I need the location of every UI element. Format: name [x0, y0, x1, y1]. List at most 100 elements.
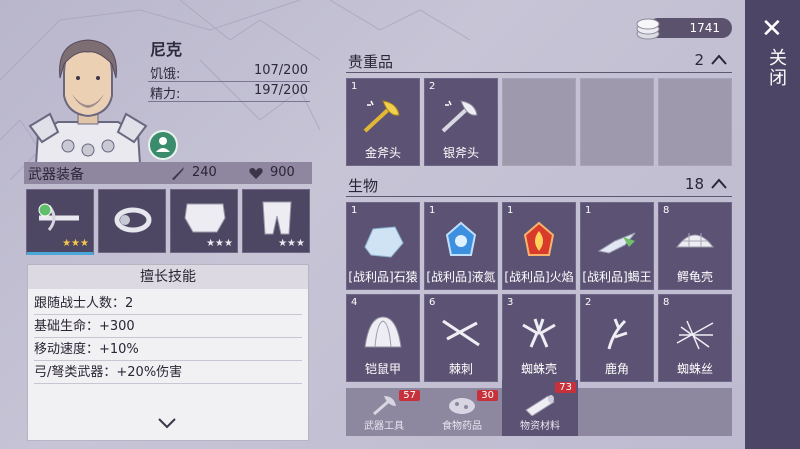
- leg-armor-icon: [262, 201, 292, 235]
- valuables-header[interactable]: 贵重品 2: [346, 50, 732, 73]
- energy-stat: 精力: 197/200: [148, 82, 310, 102]
- character-portrait: [28, 39, 148, 164]
- hunger-value: 107/200: [253, 63, 308, 78]
- item-name: 蜘蛛壳: [520, 362, 557, 376]
- item-name: 鳄龟壳: [676, 270, 713, 284]
- fire-gem-icon: [523, 221, 555, 256]
- person-icon: [156, 137, 170, 152]
- item-flame[interactable]: 1 [战利品]火焰: [502, 202, 576, 290]
- item-name: 鹿角: [604, 362, 629, 376]
- item-count: 1: [585, 205, 592, 216]
- item-scorpion-king[interactable]: 1 [战利品]蝎王: [580, 202, 654, 290]
- chevron-down-icon[interactable]: [156, 415, 178, 431]
- item-count: 2: [429, 81, 436, 92]
- gold-axe-icon: [363, 100, 400, 133]
- item-spider-shell[interactable]: 3 蜘蛛壳: [502, 294, 576, 382]
- skill-row: 跟随战士人数：2: [34, 293, 302, 315]
- equip-slot-ring[interactable]: [98, 189, 166, 253]
- item-count: 6: [429, 297, 436, 308]
- slot-stars: ★★★: [206, 238, 233, 249]
- currency-value: 1741: [689, 21, 720, 35]
- blue-gem-icon: [445, 221, 477, 256]
- item-name: 蜘蛛丝: [676, 362, 713, 376]
- item-antler[interactable]: 2 鹿角: [580, 294, 654, 382]
- equip-slot-chest[interactable]: ★★★: [170, 189, 238, 253]
- item-name: 金斧头: [364, 146, 401, 160]
- skills-title: 擅长技能: [28, 265, 308, 289]
- item-turtle-shell[interactable]: 8 鳄龟壳: [658, 202, 732, 290]
- item-count: 1: [351, 81, 358, 92]
- item-name: [战利品]蝎王: [582, 270, 652, 284]
- food-icon: [449, 398, 475, 414]
- attack-value: 240: [192, 165, 217, 180]
- axe-tool-icon: [373, 396, 396, 416]
- close-panel[interactable]: ✕ 关闭: [745, 0, 800, 449]
- skill-badge-icon[interactable]: [148, 130, 178, 160]
- item-spider-silk[interactable]: 8 蜘蛛丝: [658, 294, 732, 382]
- chevron-up-icon[interactable]: [710, 177, 728, 191]
- thorn-icon: [442, 319, 480, 347]
- item-thorn[interactable]: 6 棘刺: [424, 294, 498, 382]
- spider-shell-icon: [522, 318, 556, 348]
- item-count: 1: [429, 205, 436, 216]
- coin-stack-icon: [636, 18, 660, 40]
- skill-row: 基础生命：+300: [34, 316, 302, 338]
- creatures-title: 生物: [348, 177, 379, 195]
- scorpion-icon: [597, 232, 636, 254]
- item-count: 8: [663, 297, 670, 308]
- item-gold-axe[interactable]: 1 金斧头: [346, 78, 420, 166]
- item-liquid-nitrogen[interactable]: 1 [战利品]液氮: [424, 202, 498, 290]
- armadillo-shell-icon: [364, 316, 402, 348]
- item-name: [战利品]火焰: [504, 270, 574, 284]
- equip-slot-legs[interactable]: ★★★: [242, 189, 310, 253]
- close-label[interactable]: 关闭: [763, 48, 789, 88]
- tab-weapons-tools[interactable]: 57 武器工具: [346, 388, 422, 436]
- tab-label: 物资材料: [520, 421, 560, 432]
- material-icon: [525, 395, 555, 416]
- energy-label: 精力:: [150, 87, 181, 102]
- item-silver-axe[interactable]: 2 银斧头: [424, 78, 498, 166]
- hunger-stat: 饥饿: 107/200: [148, 62, 310, 82]
- item-count: 1: [351, 205, 358, 216]
- chevron-up-icon[interactable]: [710, 53, 728, 67]
- item-count: 2: [585, 297, 592, 308]
- creatures-count: 18: [684, 175, 704, 193]
- skill-row: 移动速度：+10%: [34, 339, 302, 361]
- valuables-title: 贵重品: [348, 53, 394, 71]
- tab-label: 食物药品: [442, 421, 482, 432]
- chest-armor-icon: [184, 203, 226, 233]
- empty-slot: [502, 78, 576, 166]
- empty-slot: [580, 78, 654, 166]
- currency-display: 1741: [634, 16, 732, 40]
- tab-badge: 73: [555, 382, 576, 393]
- item-name: 铠鼠甲: [364, 362, 401, 376]
- close-icon[interactable]: ✕: [761, 16, 783, 42]
- item-armadillo-shell[interactable]: 4 铠鼠甲: [346, 294, 420, 382]
- item-count: 8: [663, 205, 670, 216]
- spider-silk-icon: [676, 320, 714, 350]
- item-name: 银斧头: [442, 146, 479, 160]
- slot-stars: ★★★: [278, 238, 305, 249]
- energy-value: 197/200: [253, 83, 308, 98]
- creatures-header[interactable]: 生物 18: [346, 174, 732, 197]
- equip-slot-crossbow[interactable]: ★★★: [26, 189, 94, 255]
- sword-icon: [172, 167, 184, 180]
- health-value: 900: [270, 165, 295, 180]
- tab-food-medicine[interactable]: 30 食物药品: [424, 388, 500, 436]
- ring-icon: [114, 207, 152, 233]
- item-stone-ape[interactable]: 1 [战利品]石猿: [346, 202, 420, 290]
- character-name: 尼克: [150, 40, 183, 59]
- skill-row: 弓/弩类武器：+20%伤害: [34, 362, 302, 384]
- tab-materials[interactable]: 73 物资材料: [502, 380, 578, 436]
- item-count: 1: [507, 205, 514, 216]
- skills-panel: 擅长技能 跟随战士人数：2 基础生命：+300 移动速度：+10% 弓/弩类武器…: [27, 264, 309, 441]
- silver-axe-icon: [441, 100, 478, 133]
- tab-label: 武器工具: [364, 421, 404, 432]
- slot-stars: ★★★: [62, 238, 89, 249]
- empty-slot: [658, 78, 732, 166]
- item-name: 棘刺: [448, 362, 473, 376]
- crystal-rock-icon: [364, 226, 404, 258]
- turtle-shell-icon: [675, 233, 715, 248]
- equipment-title: 武器装备: [28, 167, 84, 183]
- item-count: 4: [351, 297, 358, 308]
